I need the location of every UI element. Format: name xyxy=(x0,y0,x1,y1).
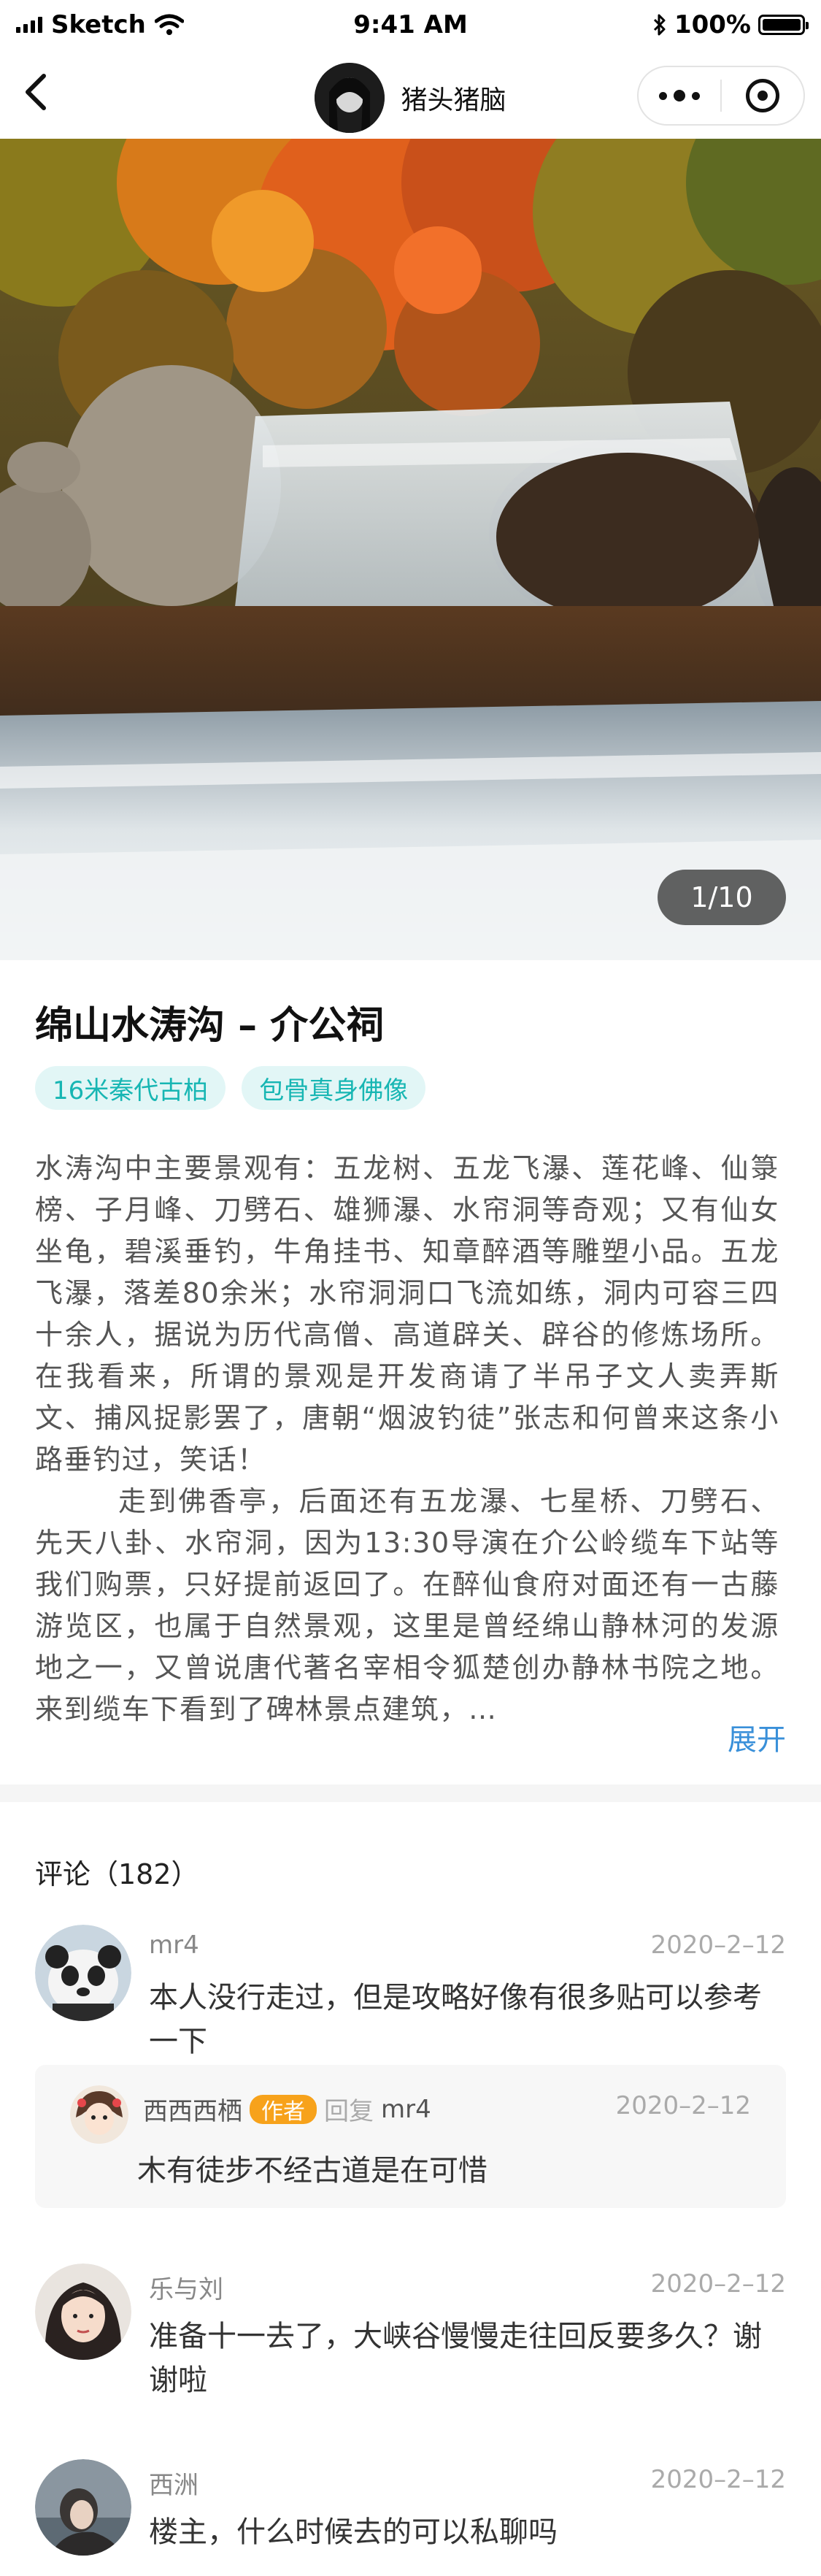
reply-target-name: mr4 xyxy=(381,2094,431,2124)
comment-date: 2020–2–12 xyxy=(650,2269,786,2299)
comment-item: mr4 2020–2–12 本人没行走过，但是攻略好像有很多贴可以参考一下 西西… xyxy=(35,1925,786,2217)
commenter-name: 西洲 xyxy=(149,2471,198,2500)
photo-gallery[interactable]: 1/10 xyxy=(0,139,821,960)
reply-avatar[interactable] xyxy=(70,2085,128,2144)
commenter-avatar[interactable] xyxy=(35,2459,131,2556)
reply-header: 西西西栖 作者 回复 mr4 xyxy=(143,2091,431,2127)
tag[interactable]: 包骨真身佛像 xyxy=(242,1066,426,1110)
section-divider xyxy=(0,1785,821,1802)
comment-text: 楼主，什么时候去的可以私聊吗 xyxy=(149,2515,558,2549)
author-avatar[interactable] xyxy=(315,63,385,133)
wifi-icon xyxy=(154,14,184,35)
commenter-name: 乐与刘 xyxy=(149,2275,223,2304)
more-dots-icon xyxy=(659,90,700,101)
article-paragraph: 走到佛香亭，后面还有五龙瀑、七星桥、刀劈石、先天八卦、水帘洞，因为13:30导演… xyxy=(35,1485,779,1725)
nav-title: 猪头猪脑 xyxy=(401,85,506,115)
comment-date: 2020–2–12 xyxy=(650,2465,786,2494)
comment-date: 2020–2–12 xyxy=(650,1931,786,1960)
article-body-clamp: 水涛沟中主要景观有：五龙树、五龙飞瀑、莲花峰、仙箓榜、子月峰、刀劈石、雄狮瀑、水… xyxy=(35,1148,779,1730)
close-button[interactable] xyxy=(722,67,803,124)
comments-header: 评论（182） xyxy=(35,1858,199,1890)
battery-icon xyxy=(758,15,809,35)
comment-item: 西洲 2020–2–12 楼主，什么时候去的可以私聊吗 xyxy=(35,2459,786,2576)
mini-program-capsule xyxy=(637,66,805,126)
commenter-name: mr4 xyxy=(149,1931,199,1960)
gallery-counter: 1/10 xyxy=(658,870,786,925)
nav-bar: 猪头猪脑 xyxy=(0,50,821,139)
battery-percent: 100% xyxy=(674,10,751,39)
signal-icon xyxy=(16,17,42,33)
reply-date: 2020–2–12 xyxy=(615,2091,751,2120)
article-title: 绵山水涛沟 – 介公祠 xyxy=(35,1004,385,1048)
reply-text: 木有徒步不经古道是在可惜 xyxy=(137,2154,487,2188)
more-button[interactable] xyxy=(639,67,720,124)
reply-box: 西西西栖 作者 回复 mr4 2020–2–12 木有徒步不经古道是在可惜 xyxy=(35,2065,786,2208)
expand-link[interactable]: 展开 xyxy=(717,1716,786,1758)
battery-level xyxy=(763,19,801,31)
carrier-label: Sketch xyxy=(51,10,146,39)
bluetooth-icon xyxy=(653,14,666,36)
comment-item: 乐与刘 2020–2–12 准备十一去了，大峡谷慢慢走往回反要多久？谢谢啦 xyxy=(35,2263,786,2410)
waterfall-photo[interactable] xyxy=(0,139,821,960)
comment-text: 本人没行走过，但是攻略好像有很多贴可以参考一下 xyxy=(149,1981,762,2058)
commenter-avatar[interactable] xyxy=(35,1925,131,2021)
tag[interactable]: 16米秦代古柏 xyxy=(35,1066,226,1110)
article-body: 水涛沟中主要景观有：五龙树、五龙飞瀑、莲花峰、仙箓榜、子月峰、刀劈石、雄狮瀑、水… xyxy=(35,1148,779,1730)
target-circle-icon xyxy=(746,79,779,112)
status-bar: Sketch 9:41 AM 100% xyxy=(0,0,821,50)
reply-label: 回复 xyxy=(324,2097,374,2126)
status-right: 100% xyxy=(652,10,821,39)
reply-author-name: 西西西栖 xyxy=(143,2097,242,2126)
author-badge: 作者 xyxy=(250,2094,317,2125)
tag-list: 16米秦代古柏 包骨真身佛像 xyxy=(35,1066,426,1110)
commenter-avatar[interactable] xyxy=(35,2263,131,2360)
status-left: Sketch xyxy=(0,10,184,39)
article-paragraph: 水涛沟中主要景观有：五龙树、五龙飞瀑、莲花峰、仙箓榜、子月峰、刀劈石、雄狮瀑、水… xyxy=(35,1152,779,1476)
comment-text: 准备十一去了，大峡谷慢慢走往回反要多久？谢谢啦 xyxy=(149,2320,762,2397)
